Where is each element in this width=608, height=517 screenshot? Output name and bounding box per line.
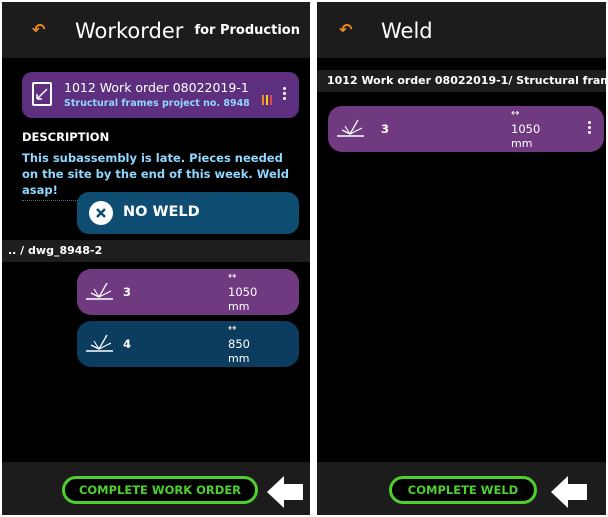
- header-bar: ↶ Weld: [317, 2, 606, 58]
- weld-quantity: 4: [123, 337, 132, 351]
- weld-length-unit: mm: [228, 300, 250, 313]
- weld-length-unit: mm: [511, 137, 533, 150]
- work-order-title: 1012 Work order 08022019-1: [64, 80, 249, 95]
- weld-row[interactable]: 3 ↔ 1050 mm: [77, 269, 299, 315]
- length-arrow-icon: ↔: [228, 323, 237, 334]
- back-icon[interactable]: ↶: [339, 20, 352, 40]
- weld-length-unit: mm: [228, 352, 250, 365]
- weld-row[interactable]: 3 ↔ 1050 mm: [328, 106, 604, 152]
- breadcrumb[interactable]: .. / dwg_8948-2: [2, 240, 310, 262]
- footer-bar: COMPLETE WORK ORDER: [2, 462, 310, 515]
- footer-bar: COMPLETE WELD: [317, 462, 606, 515]
- back-icon[interactable]: ↶: [32, 20, 45, 40]
- more-options-icon[interactable]: [588, 121, 592, 136]
- close-circle-icon: [89, 201, 113, 225]
- weld-torch-icon: [337, 119, 364, 137]
- length-arrow-icon: ↔: [511, 108, 520, 119]
- breadcrumb[interactable]: 1012 Work order 08022019-1/ Structural f…: [317, 70, 606, 92]
- no-weld-label: NO WELD: [123, 204, 200, 220]
- work-order-card[interactable]: 1012 Work order 08022019-1 Structural fr…: [22, 72, 299, 118]
- description-heading: DESCRIPTION: [22, 130, 110, 144]
- workorder-screen: ↶ Workorder for Production 1012 Work ord…: [2, 2, 310, 515]
- work-order-project: Structural frames project no. 8948: [64, 98, 250, 109]
- header-bar: ↶ Workorder for Production: [2, 2, 310, 58]
- weld-screen: ↶ Weld 1012 Work order 08022019-1/ Struc…: [317, 2, 606, 515]
- pointer-arrow-icon: [267, 476, 303, 508]
- pointer-arrow-icon: [551, 476, 587, 508]
- weld-torch-icon: [86, 282, 113, 300]
- more-options-icon[interactable]: [283, 87, 287, 102]
- status-bars-icon: [262, 90, 274, 105]
- page-title: Weld: [381, 19, 433, 43]
- weld-row[interactable]: 4 ↔ 850 mm: [77, 321, 299, 367]
- breadcrumb-text: .. / dwg_8948-2: [8, 244, 103, 257]
- weld-quantity: 3: [123, 285, 132, 299]
- page-title: Workorder: [75, 19, 184, 43]
- no-weld-button[interactable]: NO WELD: [77, 192, 299, 234]
- breadcrumb-text: 1012 Work order 08022019-1/ Structural f…: [327, 74, 606, 87]
- weld-quantity: 3: [381, 122, 390, 136]
- weld-torch-icon: [86, 334, 113, 352]
- complete-work-order-label: COMPLETE WORK ORDER: [78, 483, 242, 497]
- complete-weld-label: COMPLETE WELD: [407, 483, 519, 497]
- weld-length: 850: [228, 337, 250, 351]
- complete-weld-button[interactable]: COMPLETE WELD: [389, 476, 537, 504]
- complete-work-order-button[interactable]: COMPLETE WORK ORDER: [62, 476, 258, 504]
- length-arrow-icon: ↔: [228, 271, 237, 282]
- page-subtitle: for Production: [194, 23, 300, 38]
- weld-length: 1050: [228, 285, 258, 299]
- drawing-icon: [32, 82, 52, 106]
- weld-length: 1050: [511, 122, 541, 136]
